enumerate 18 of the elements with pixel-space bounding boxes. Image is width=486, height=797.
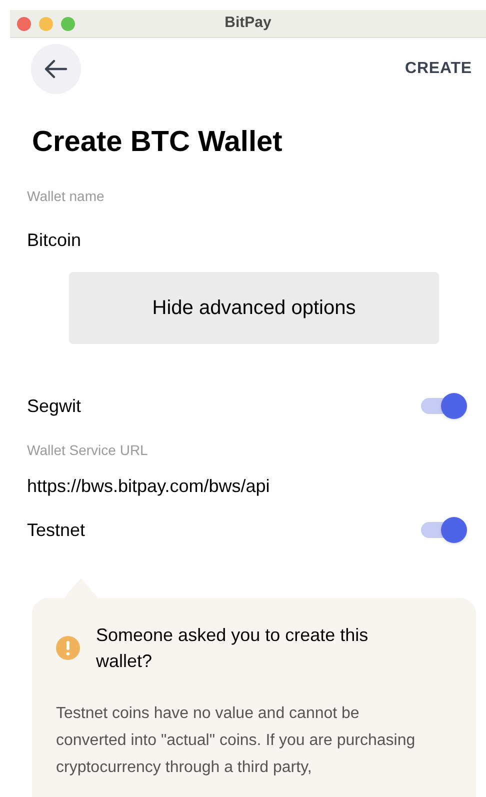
- advanced-options-button[interactable]: Hide advanced options: [69, 272, 439, 344]
- back-button[interactable]: [31, 44, 81, 94]
- setting-label: Testnet: [27, 518, 86, 542]
- close-window-button[interactable]: [17, 16, 31, 30]
- wallet-name-field[interactable]: Bitcoin: [27, 227, 469, 254]
- create-button[interactable]: CREATE: [405, 57, 472, 81]
- setting-label: Segwit: [27, 394, 82, 418]
- back-arrow-icon: [44, 59, 68, 79]
- service-url-field[interactable]: https://bws.bitpay.com/bws/api: [27, 473, 469, 500]
- toggle-switch[interactable]: [421, 393, 467, 419]
- warning-text: Testnet coins have no value and cannot be converted into "actual" coins. If you are purchasing cryptocurrency through a third party,: [56, 704, 416, 778]
- window-title: BitPay: [224, 13, 272, 34]
- toggle-switch[interactable]: [421, 517, 467, 543]
- field-label: Wallet name: [27, 187, 106, 206]
- warning-heading: Someone asked you to create this wallet?: [96, 624, 370, 673]
- page-title: Create BTC Wallet: [32, 125, 284, 160]
- warning-icon: [56, 636, 80, 660]
- field-label: Wallet Service URL: [27, 441, 149, 460]
